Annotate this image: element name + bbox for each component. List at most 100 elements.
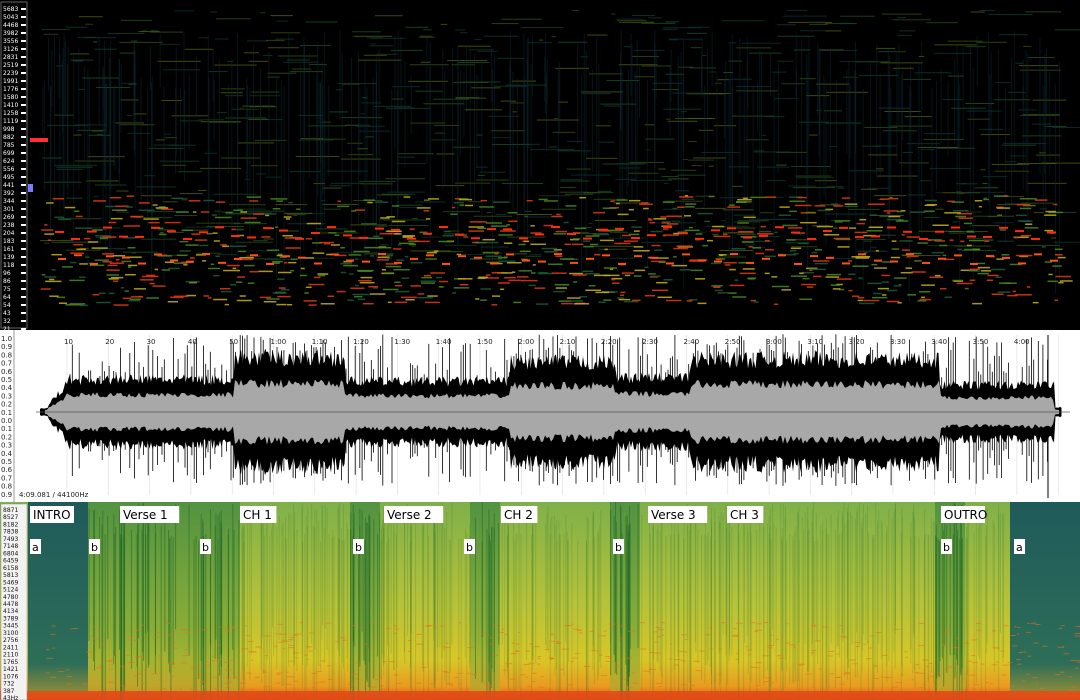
freq-label: 5124 [3,587,18,594]
pitch-spectrogram: 5683 5043 4468 3982 3556 3126 2831 2519 2239 1991… [0,0,1080,330]
time-label: 30 [147,338,156,346]
pitch-spectrogram-canvas: 5683504344683982355631262831251922391991… [0,0,1080,330]
time-label: 1:30 [394,338,410,346]
freq-label: 7148 [3,543,18,550]
amplitude-label: 0.7 [1,474,12,482]
freq-label: 4478 [3,601,18,608]
freq-label: 2411 [3,644,18,651]
freq-label: 7838 [3,529,18,536]
time-label: 1:00 [271,338,287,346]
time-label: 2:10 [560,338,576,346]
waveform-canvas: 1.00.90.80.70.60.50.40.30.20.10.00.10.20… [0,330,1080,502]
freq-label: 2831 [3,54,18,61]
freq-label: 43 [3,310,11,317]
marker-label: a [32,541,39,554]
freq-label: 301 [3,206,15,213]
freq-label: 238 [3,222,15,229]
freq-label: 96 [3,270,11,277]
amplitude-label: 0.4 [1,384,13,392]
time-label: 2:40 [684,338,700,346]
freq-label: 43Hz [3,695,18,700]
section-label: CH 3 [730,508,759,522]
time-label: 1:50 [477,338,493,346]
section-label: INTRO [33,508,71,522]
freq-label: 161 [3,246,15,253]
amplitude-label: 0.3 [1,392,12,400]
time-label: 4:00 [1014,338,1030,346]
section-label: Verse 1 [123,508,168,522]
frequency-spectrogram: 8871 8527 8182 7838 7493 7148 6804 6459 6158 5813… [0,502,1080,700]
freq-label: 6804 [3,550,18,557]
freq-label: 3445 [3,623,18,630]
freq-label: 5813 [3,572,18,579]
freq-label: 2519 [3,62,18,69]
frequency-spectrogram-canvas: 8871852781827838749371486804645961585813… [0,502,1080,700]
time-label: 20 [105,338,114,346]
amplitude-label: 0.4 [1,450,13,458]
time-label: 3:50 [973,338,989,346]
freq-label: 3982 [3,30,18,37]
amplitude-label: 0.7 [1,360,12,368]
freq-label: 1076 [3,673,18,680]
marker-label: b [615,541,622,554]
freq-label: 8527 [3,514,18,521]
section-label: OUTRO [944,508,987,522]
time-label: 1:10 [312,338,328,346]
waveform-panel: 1.0 0.9 0.8 0.7 0.6 0.5 0.4 0.3 0.2 0.1 0.0 0.1 0.2 0… [0,330,1080,502]
freq-label: 3126 [3,46,18,53]
marker-label: b [466,541,473,554]
section-label: CH 1 [243,508,272,522]
freq-label: 882 [3,134,15,141]
status-text: 4:09.081 / 44100Hz [19,491,89,499]
marker-label: b [91,541,98,554]
amplitude-label: 0.2 [1,401,12,409]
section-label: CH 2 [504,508,533,522]
section-label: Verse 2 [387,508,432,522]
time-label: 10 [64,338,73,346]
marker-label: a [1016,541,1023,554]
freq-label: 5683 [3,6,18,13]
freq-label: 624 [3,158,15,165]
freq-label: 495 [3,174,15,181]
pitch-marker-blue [28,184,33,192]
freq-label: 4134 [3,608,18,615]
freq-label: 1421 [3,666,18,673]
freq-label: 441 [3,182,15,189]
time-label: 40 [188,338,197,346]
time-label: 3:00 [766,338,782,346]
freq-label: 1410 [3,102,18,109]
amplitude-label: 0.9 [1,491,12,499]
freq-label: 7493 [3,536,18,543]
amplitude-label: 0.0 [1,417,12,425]
freq-label: 3100 [3,630,18,637]
freq-label: 8182 [3,521,18,528]
freq-label: 392 [3,190,15,197]
freq-label: 183 [3,238,15,245]
amplitude-label: 0.1 [1,409,12,417]
freq-label: 699 [3,150,15,157]
time-label: 3:20 [849,338,865,346]
marker-label: b [355,541,362,554]
freq-label: 54 [3,302,11,309]
amplitude-label: 0.5 [1,458,12,466]
time-label: 2:00 [518,338,534,346]
amplitude-label: 0.9 [1,343,12,351]
time-label: 2:20 [601,338,617,346]
amplitude-label: 0.5 [1,376,12,384]
freq-label: 5043 [3,14,18,21]
time-label: 3:30 [890,338,906,346]
freq-label: 139 [3,254,15,261]
freq-label: 2110 [3,652,18,659]
time-label: 2:50 [725,338,741,346]
time-label: 50 [229,338,238,346]
time-label: 1:20 [353,338,369,346]
freq-label: 387 [3,688,15,695]
freq-label: 32 [3,318,11,325]
freq-label: 3789 [3,615,18,622]
freq-label: 86 [3,278,11,285]
amplitude-label: 0.3 [1,442,12,450]
freq-label: 785 [3,142,15,149]
freq-label: 64 [3,294,11,301]
freq-label: 2239 [3,70,18,77]
freq-label: 5469 [3,579,18,586]
